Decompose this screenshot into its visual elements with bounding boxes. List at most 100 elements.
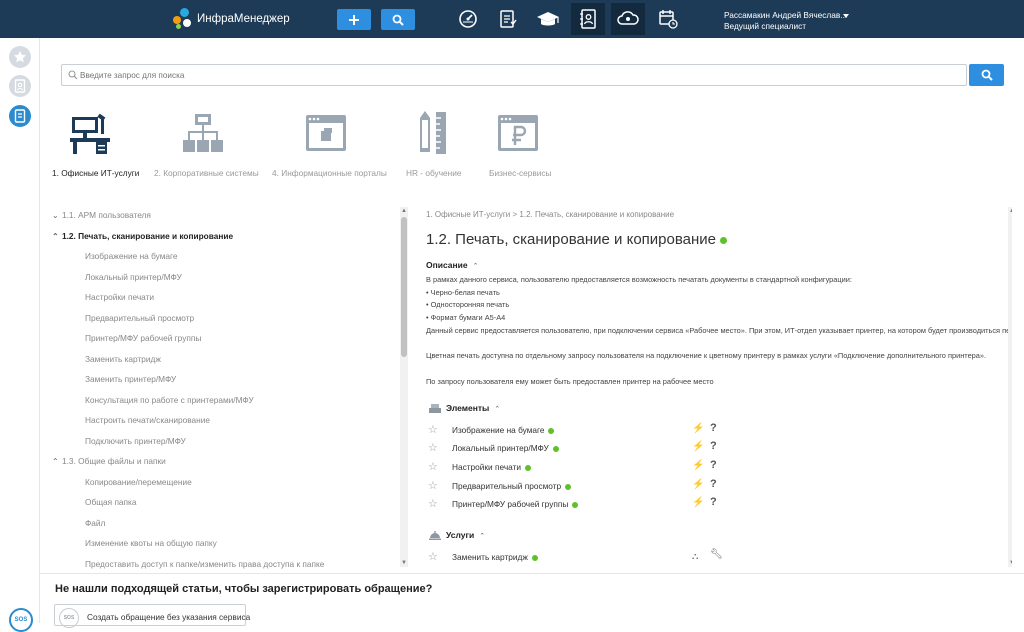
favorites-rail-button[interactable] [9,46,31,68]
search-input[interactable] [80,65,960,85]
star-outline-icon[interactable]: ☆ [428,497,438,510]
search-box [61,64,967,86]
tree-item[interactable]: Заменить принтер/МФУ [85,374,176,384]
tree-item[interactable]: Заменить картридж [85,354,161,364]
tree-item[interactable]: Изображение на бумаге [85,251,177,261]
wrench-icon[interactable]: 🔧︎ [710,549,723,560]
category-corporate-systems[interactable]: 2. Корпоративные системы [154,108,259,178]
lightning-icon[interactable]: ⚡ [692,441,704,452]
element-link[interactable]: Принтер/МФУ рабочей группы [452,499,579,509]
app-logo[interactable]: ИнфраМенеджер [173,6,290,32]
element-link[interactable]: Локальный принтер/МФУ [452,443,559,453]
sos-rail-button[interactable]: SOS [9,608,33,632]
element-row: ☆ Принтер/МФУ рабочей группы ⚡ ? [426,496,726,513]
star-outline-icon[interactable]: ☆ [428,460,438,473]
chevron-down-icon[interactable]: ⌄ [52,211,62,220]
lightning-icon[interactable]: ⚡ [692,479,704,490]
element-link[interactable]: Настройки печати [452,462,532,472]
top-bar: ИнфраМенеджер Рассамакин Андрей Вячеслав… [0,0,1024,38]
tree-item[interactable]: Настроить печати/сканирование [85,415,210,425]
description-text: В рамках данного сервиса, пользователю п… [426,275,852,284]
tasks-button[interactable] [491,3,525,35]
element-link[interactable]: Предварительный просмотр [452,481,572,491]
tree-item-shared-files[interactable]: ⌃ 1.3. Общие файлы и папки [52,456,166,466]
create-request-label: Создать обращение без указания сервиса [87,612,251,622]
description-header[interactable]: Описание ⌃ [426,260,479,270]
services-rail-button[interactable] [9,105,31,127]
description-text: Цветная печать доступна по отдельному за… [426,351,987,360]
tree-item[interactable]: Файл [85,518,105,528]
calendar-icon [659,10,678,29]
tree-item[interactable]: Предварительный просмотр [85,313,194,323]
lightning-icon[interactable]: ⚡ [692,423,704,434]
phonebook-button[interactable] [571,3,605,35]
calendar-button[interactable] [651,3,685,35]
element-link[interactable]: Изображение на бумаге [452,425,555,435]
tree-item[interactable]: Консультация по работе с принтерами/МФУ [85,395,254,405]
user-menu[interactable]: Рассамакин Андрей Вячеслав... Ведущий сп… [724,10,847,32]
caret-down-icon[interactable] [843,14,849,18]
lightning-icon[interactable]: ⚡ [692,497,704,508]
scroll-up-icon[interactable]: ▲ [1008,207,1012,215]
star-outline-icon[interactable]: ☆ [428,550,438,563]
help-icon[interactable]: ? [710,440,717,452]
tree-item[interactable]: Настройки печати [85,292,154,302]
tree-scrollbar[interactable]: ▲ ▼ [400,207,408,567]
category-business-services[interactable]: Бизнес-сервисы [489,108,552,178]
service-details: 1. Офисные ИТ-услуги > 1.2. Печать, скан… [412,203,1012,573]
star-outline-icon[interactable]: ☆ [428,441,438,454]
help-icon[interactable]: ? [710,496,717,508]
lightning-icon[interactable]: ⚡ [692,460,704,471]
app-name: ИнфраМенеджер [197,13,290,25]
service-bell-icon[interactable]: ⛬ [692,551,698,562]
scroll-down-icon[interactable]: ▼ [400,559,408,567]
cloud-services-button[interactable] [611,3,645,35]
tree-item[interactable]: Копирование/перемещение [85,477,192,487]
status-dot [548,427,555,434]
catalog-rail-button[interactable] [9,75,31,97]
dashboard-button[interactable] [451,3,485,35]
search-button-top[interactable] [381,9,415,30]
breadcrumb[interactable]: 1. Офисные ИТ-услуги > 1.2. Печать, скан… [426,210,674,219]
description-text: По запросу пользователя ему может быть п… [426,377,714,386]
tree-item[interactable]: Предоставить доступ к папке/изменить пра… [85,559,324,569]
tree-item[interactable]: Локальный принтер/МФУ [85,272,182,282]
page-title: 1.2. Печать, сканирование и копирование [426,231,728,248]
tree-item[interactable]: Изменение квоты на общую папку [85,538,217,548]
logo-mark-icon [173,8,193,30]
service-link[interactable]: Заменить картридж [452,552,538,562]
help-icon[interactable]: ? [710,422,717,434]
tree-item-arm[interactable]: ⌄ 1.1. АРМ пользователя [52,210,151,220]
category-hr-training[interactable]: HR - обучение [406,108,461,178]
user-name: Рассамакин Андрей Вячеслав... [724,10,848,20]
tree-scroll-thumb[interactable] [401,217,407,357]
services-header[interactable]: Услуги ⌃ [428,530,485,541]
chevron-up-icon: ⌃ [472,263,479,270]
chevron-up-icon[interactable]: ⌃ [52,232,62,241]
content-scrollbar[interactable]: ▲ ▼ [1008,207,1012,567]
scroll-up-icon[interactable]: ▲ [400,207,408,215]
chevron-up-icon[interactable]: ⌃ [52,457,62,466]
elements-header[interactable]: Элементы ⌃ [428,403,500,414]
help-icon[interactable]: ? [710,459,717,471]
status-dot [572,501,579,508]
category-info-portals[interactable]: 4. Информационные порталы [272,108,387,178]
scroll-down-icon[interactable]: ▼ [1008,559,1012,567]
tree-item[interactable]: Общая папка [85,497,136,507]
tree-item-printing[interactable]: ⌃ 1.2. Печать, сканирование и копирование [52,231,233,241]
education-button[interactable] [531,3,565,35]
network-icon [183,114,223,152]
chevron-up-icon: ⌃ [479,533,486,540]
tree-item[interactable]: Принтер/МФУ рабочей группы [85,333,201,343]
left-rail: SOS [0,38,40,632]
help-icon[interactable]: ? [710,478,717,490]
star-outline-icon[interactable]: ☆ [428,479,438,492]
category-office-it[interactable]: 1. Офисные ИТ-услуги [52,108,139,178]
star-outline-icon[interactable]: ☆ [428,423,438,436]
create-button[interactable] [337,9,371,30]
search-submit-button[interactable] [969,64,1004,86]
status-dot [565,483,572,490]
no-article-question: Не нашли подходящей статьи, чтобы зареги… [55,583,433,595]
no-article-panel: Не нашли подходящей статьи, чтобы зареги… [40,573,1024,628]
tree-item[interactable]: Подключить принтер/МФУ [85,436,186,446]
